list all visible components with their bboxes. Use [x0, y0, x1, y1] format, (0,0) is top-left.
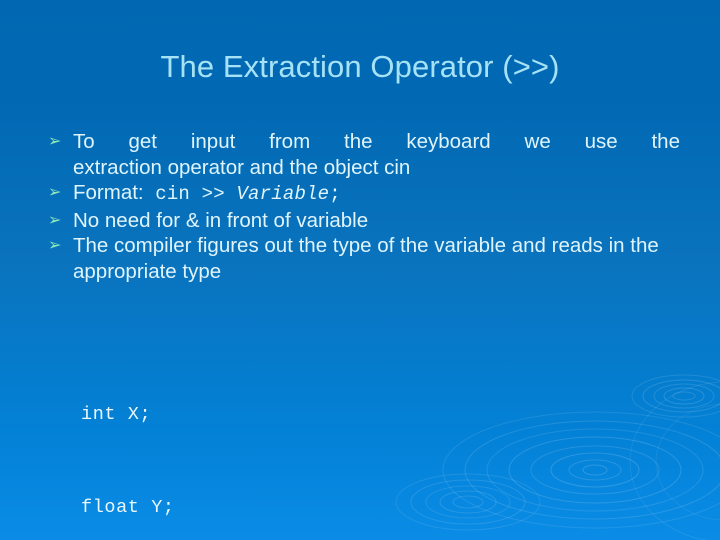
bullet-line-2: extraction operator and the object cin — [73, 155, 411, 179]
bullet-line-1: The compiler figures out the type of the… — [73, 234, 507, 257]
format-code-prefix: cin >> — [143, 183, 237, 205]
code-example-block: int X; float Y; cin >> X; // Reads in an… — [81, 337, 455, 540]
bullet-item-get-input: ➢ To get input from the keyboard we use … — [47, 129, 680, 180]
bullet-line-1: To get input from the keyboard we use th… — [73, 130, 680, 153]
bullet-item-no-ampersand: ➢ No need for & in front of variable — [47, 208, 680, 234]
code-line: int X; — [81, 404, 152, 425]
bullet-text-compiler-type: The compiler figures out the type of the… — [73, 233, 680, 284]
bullet-item-format: ➢ Format: cin >> Variable; — [47, 180, 680, 208]
bullet-text-format: Format: cin >> Variable; — [73, 180, 680, 208]
presentation-slide: The Extraction Operator (>>) ➢ To get in… — [0, 0, 720, 540]
ripple-small-top — [631, 374, 720, 418]
format-code-semicolon: ; — [329, 183, 341, 205]
bullet-item-compiler-type: ➢ The compiler figures out the type of t… — [47, 233, 680, 284]
format-code-variable: Variable — [236, 183, 330, 205]
bullet-arrow-icon: ➢ — [48, 133, 62, 150]
bullet-text-no-ampersand: No need for & in front of variable — [73, 208, 369, 232]
format-label: Format: — [73, 181, 144, 204]
bullet-arrow-icon: ➢ — [48, 184, 62, 201]
bullet-arrow-icon: ➢ — [48, 211, 62, 229]
slide-title: The Extraction Operator (>>) — [160, 49, 560, 84]
bullet-text-get-input: To get input from the keyboard we use th… — [73, 129, 680, 180]
code-line: float Y; — [81, 497, 175, 518]
bullet-arrow-icon: ➢ — [48, 237, 62, 254]
ripple-edge-arcs — [629, 381, 720, 540]
bullet-list: ➢ To get input from the keyboard we use … — [47, 129, 680, 284]
ripple-large — [442, 411, 720, 529]
